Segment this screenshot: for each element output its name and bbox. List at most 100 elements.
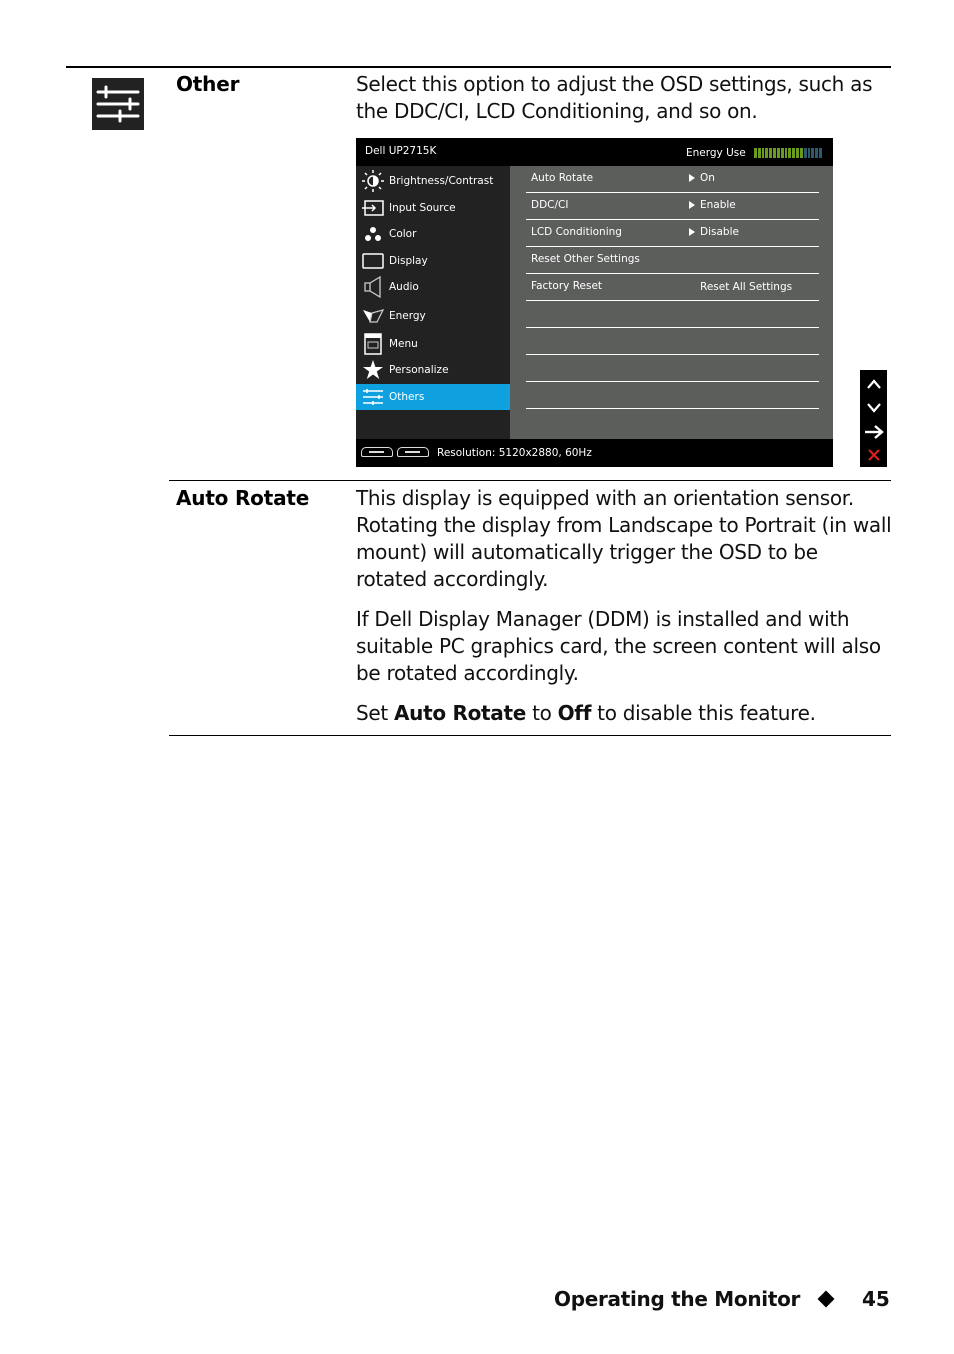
energy-segment [819,148,822,158]
osd-menu-item-display[interactable]: Display [356,248,510,274]
energy-segment [788,148,792,158]
input-source-icon [362,198,384,218]
down-icon [866,403,881,413]
term-auto-rotate: Auto Rotate [176,486,310,510]
energy-icon [362,306,384,326]
osd-menu-label: Color [389,228,417,240]
option-value: Reset All Settings [700,281,793,293]
energy-segment [796,148,799,158]
osd-menu-label: Others [389,391,425,403]
osd-option-factory-reset[interactable]: Factory Reset Reset All Settings [526,274,819,301]
energy-segment [815,148,819,158]
option-value: Enable [689,199,736,211]
osd-option-auto-rotate[interactable]: Auto Rotate On [526,166,819,193]
energy-segment [784,148,788,158]
monitor-buttons [860,370,887,467]
osd-menu-label: Personalize [389,364,449,376]
osd-option-empty [526,382,819,409]
osd-menu-item-energy[interactable]: Energy [356,303,510,329]
osd-option-lcd-conditioning[interactable]: LCD Conditioning Disable [526,220,819,247]
option-value-text: On [700,172,715,184]
text: to [526,701,558,725]
description-other: Select this option to adjust the OSD set… [356,71,888,138]
paragraph: Select this option to adjust the OSD set… [356,72,873,123]
energy-segment [761,148,765,158]
bold-text: Auto Rotate [394,701,527,725]
osd-menu-label: Input Source [389,202,456,214]
bold-text: Off [557,701,592,725]
menu-icon [362,333,384,355]
diamond-icon [817,1290,835,1308]
star-icon [362,360,384,380]
down-button[interactable] [860,396,887,420]
exit-button[interactable] [860,443,887,467]
option-value: Disable [689,226,739,238]
sliders-icon [362,387,384,407]
energy-segment [811,148,815,158]
energy-segment [792,148,796,158]
osd-menu-label: Display [389,255,428,267]
text: Set [356,701,394,725]
play-triangle-icon [689,228,695,236]
displayport-icon [397,447,429,457]
option-value: On [689,172,715,184]
enter-arrow-icon [864,425,884,439]
table-bottom-rule [169,735,891,736]
energy-segment [807,148,811,158]
enter-button[interactable] [860,420,887,444]
osd-header: Dell UP2715K Energy Use [356,138,833,166]
energy-segment [765,148,769,158]
energy-segment [780,148,784,158]
up-button[interactable] [860,372,887,396]
speaker-icon [362,276,384,298]
osd-option-empty [526,355,819,382]
osd-menu-label: Energy [389,310,426,322]
osd-menu-item-color[interactable]: Color [356,221,510,247]
page-number: 45 [862,1287,890,1311]
osd-main-menu: Brightness/Contrast Input Source Color D… [356,166,510,439]
osd-option-ddc-ci[interactable]: DDC/CI Enable [526,193,819,220]
osd-menu-item-input-source[interactable]: Input Source [356,195,510,221]
play-triangle-icon [689,174,695,182]
osd-option-reset-other-settings[interactable]: Reset Other Settings [526,247,819,274]
energy-segment [799,148,803,158]
osd-menu-item-brightness[interactable]: Brightness/Contrast [356,168,510,194]
option-label: Auto Rotate [531,172,594,184]
osd-model-name: Dell UP2715K [365,145,437,157]
paragraph: Set Auto Rotate to Off to disable this f… [356,700,892,727]
osd-option-empty [526,301,819,328]
osd-resolution: Resolution: 5120x2880, 60Hz [437,447,592,459]
osd-menu-item-audio[interactable]: Audio [356,274,510,300]
energy-use-meter [754,148,822,158]
osd-menu-label: Brightness/Contrast [389,175,494,187]
play-triangle-icon [689,201,695,209]
footer-section-title: Operating the Monitor [554,1287,801,1311]
term-other: Other [176,72,240,96]
option-value-text: Disable [700,226,739,238]
energy-segment [776,148,780,158]
energy-segment [769,148,773,158]
close-icon [867,449,880,461]
color-icon [362,224,384,244]
energy-segment [773,148,776,158]
osd-menu-label: Audio [389,281,419,293]
option-label: Factory Reset [531,280,603,292]
osd-menu-screenshot: Dell UP2715K Energy Use Brightness/Contr… [356,138,833,467]
osd-menu-item-others[interactable]: Others [356,384,510,410]
option-label: LCD Conditioning [531,226,622,238]
osd-menu-item-menu[interactable]: Menu [356,331,510,357]
paragraph: This display is equipped with an orienta… [356,486,892,591]
table-top-rule [66,66,891,68]
osd-option-empty [526,328,819,355]
brightness-icon [362,170,384,192]
osd-menu-label: Menu [389,338,418,350]
sliders-icon [92,78,144,130]
display-icon [362,251,384,271]
osd-footer: Resolution: 5120x2880, 60Hz [356,439,833,467]
text: to disable this feature. [591,701,816,725]
energy-segment [803,148,807,158]
option-label: Reset Other Settings [531,253,640,265]
description-auto-rotate: This display is equipped with an orienta… [356,485,892,740]
option-value-text: Enable [700,199,736,211]
osd-menu-item-personalize[interactable]: Personalize [356,357,510,383]
